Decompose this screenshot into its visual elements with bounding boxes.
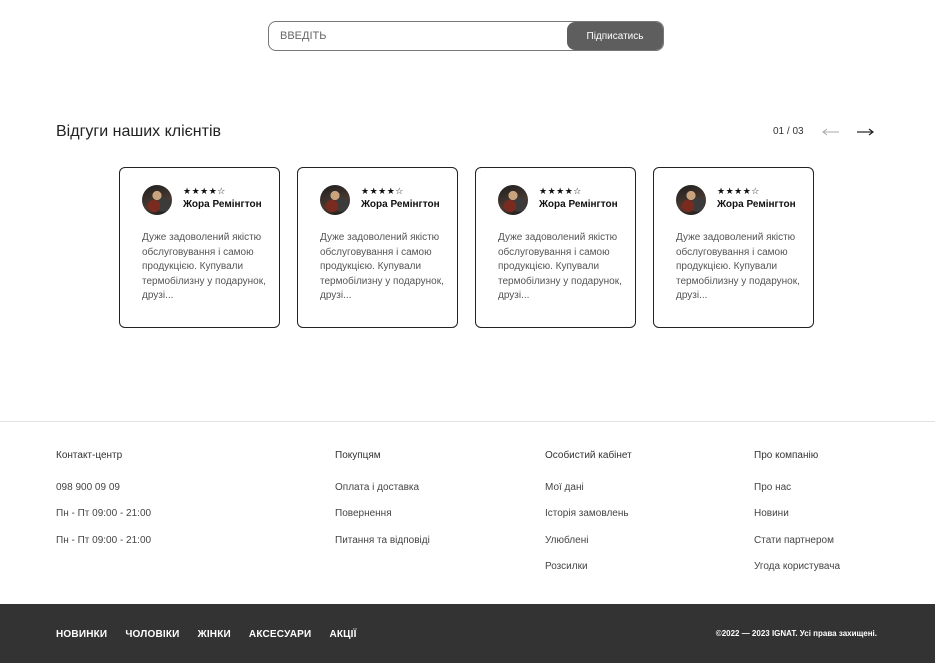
footer-link[interactable]: Повернення [335,508,392,519]
avatar [142,185,172,215]
rating-stars: ★★★★☆ [539,186,582,196]
footer-column-contact: Контакт-центр 098 900 09 09 Пн - Пт 09:0… [56,450,151,546]
footer-link[interactable]: Оплата і доставка [335,482,419,493]
reviewer-name: Жора Ремінгтон [717,199,796,210]
review-card[interactable]: ★★★★☆ Жора Ремінгтон Дуже задоволений як… [475,167,636,328]
footer-hours: Пн - Пт 09:00 - 21:00 [56,535,152,546]
footer-heading: Особистий кабінет [545,450,632,461]
footer-column-customers: Покупцям Оплата і доставка Повернення Пи… [335,450,430,546]
footer-column-company: Про компанію Про нас Новини Стати партне… [754,450,840,572]
footer-hours: Пн - Пт 09:00 - 21:00 [56,508,152,519]
footer-link[interactable]: Улюблені [545,535,588,546]
review-text: Дуже задоволений якістю обслуговування і… [498,232,622,301]
nav-item-women[interactable]: ЖІНКИ [198,629,231,640]
subscribe-form: Підписатись [268,21,664,51]
review-card[interactable]: ★★★★☆ Жора Ремінгтон Дуже задоволений як… [653,167,814,328]
rating-stars: ★★★★☆ [717,186,760,196]
footer-column-account: Особистий кабінет Мої дані Історія замов… [545,450,632,572]
review-card[interactable]: ★★★★☆ Жора Ремінгтон Дуже задоволений як… [119,167,280,328]
bottom-bar: НОВИНКИ ЧОЛОВІКИ ЖІНКИ АКСЕСУАРИ АКЦІЇ ©… [0,604,935,663]
footer-link[interactable]: Питання та відповіді [335,535,430,546]
footer-link[interactable]: Стати партнером [754,535,834,546]
footer-heading: Покупцям [335,450,381,461]
avatar [498,185,528,215]
review-text: Дуже задоволений якістю обслуговування і… [142,232,266,301]
footer-link[interactable]: Історія замовлень [545,508,629,519]
reviewer-name: Жора Ремінгтон [361,199,440,210]
footer-heading: Про компанію [754,450,819,461]
footer-link[interactable]: Новини [754,508,789,519]
rating-stars: ★★★★☆ [183,186,226,196]
arrow-left-icon[interactable] [822,125,840,137]
nav-item-new[interactable]: НОВИНКИ [56,629,107,640]
footer-heading: Контакт-центр [56,450,123,461]
reviews-pager: 01 / 03 [773,126,804,137]
footer-phone[interactable]: 098 900 09 09 [56,482,120,493]
nav-item-sales[interactable]: АКЦІЇ [329,629,356,640]
copyright: ©2022 — 2023 IGNAT. Усі права захищені. [715,629,877,638]
nav-item-men[interactable]: ЧОЛОВІКИ [125,629,179,640]
subscribe-email-input[interactable] [269,22,567,50]
review-card[interactable]: ★★★★☆ Жора Ремінгтон Дуже задоволений як… [297,167,458,328]
avatar [320,185,350,215]
review-text: Дуже задоволений якістю обслуговування і… [320,232,444,301]
arrow-right-icon[interactable] [856,125,874,137]
avatar [676,185,706,215]
footer-link[interactable]: Мої дані [545,482,584,493]
rating-stars: ★★★★☆ [361,186,404,196]
reviews-title: Відгуги наших клієнтів [56,123,222,140]
footer-link[interactable]: Про нас [754,482,791,493]
reviewer-name: Жора Ремінгтон [539,199,618,210]
nav-item-accessories[interactable]: АКСЕСУАРИ [249,629,312,640]
bottom-nav: НОВИНКИ ЧОЛОВІКИ ЖІНКИ АКСЕСУАРИ АКЦІЇ [56,629,375,640]
footer-divider [0,421,935,422]
footer-link[interactable]: Розсилки [545,561,588,572]
reviewer-name: Жора Ремінгтон [183,199,262,210]
subscribe-button[interactable]: Підписатись [567,22,663,50]
review-text: Дуже задоволений якістю обслуговування і… [676,232,800,301]
footer-link[interactable]: Угода користувача [754,561,840,572]
